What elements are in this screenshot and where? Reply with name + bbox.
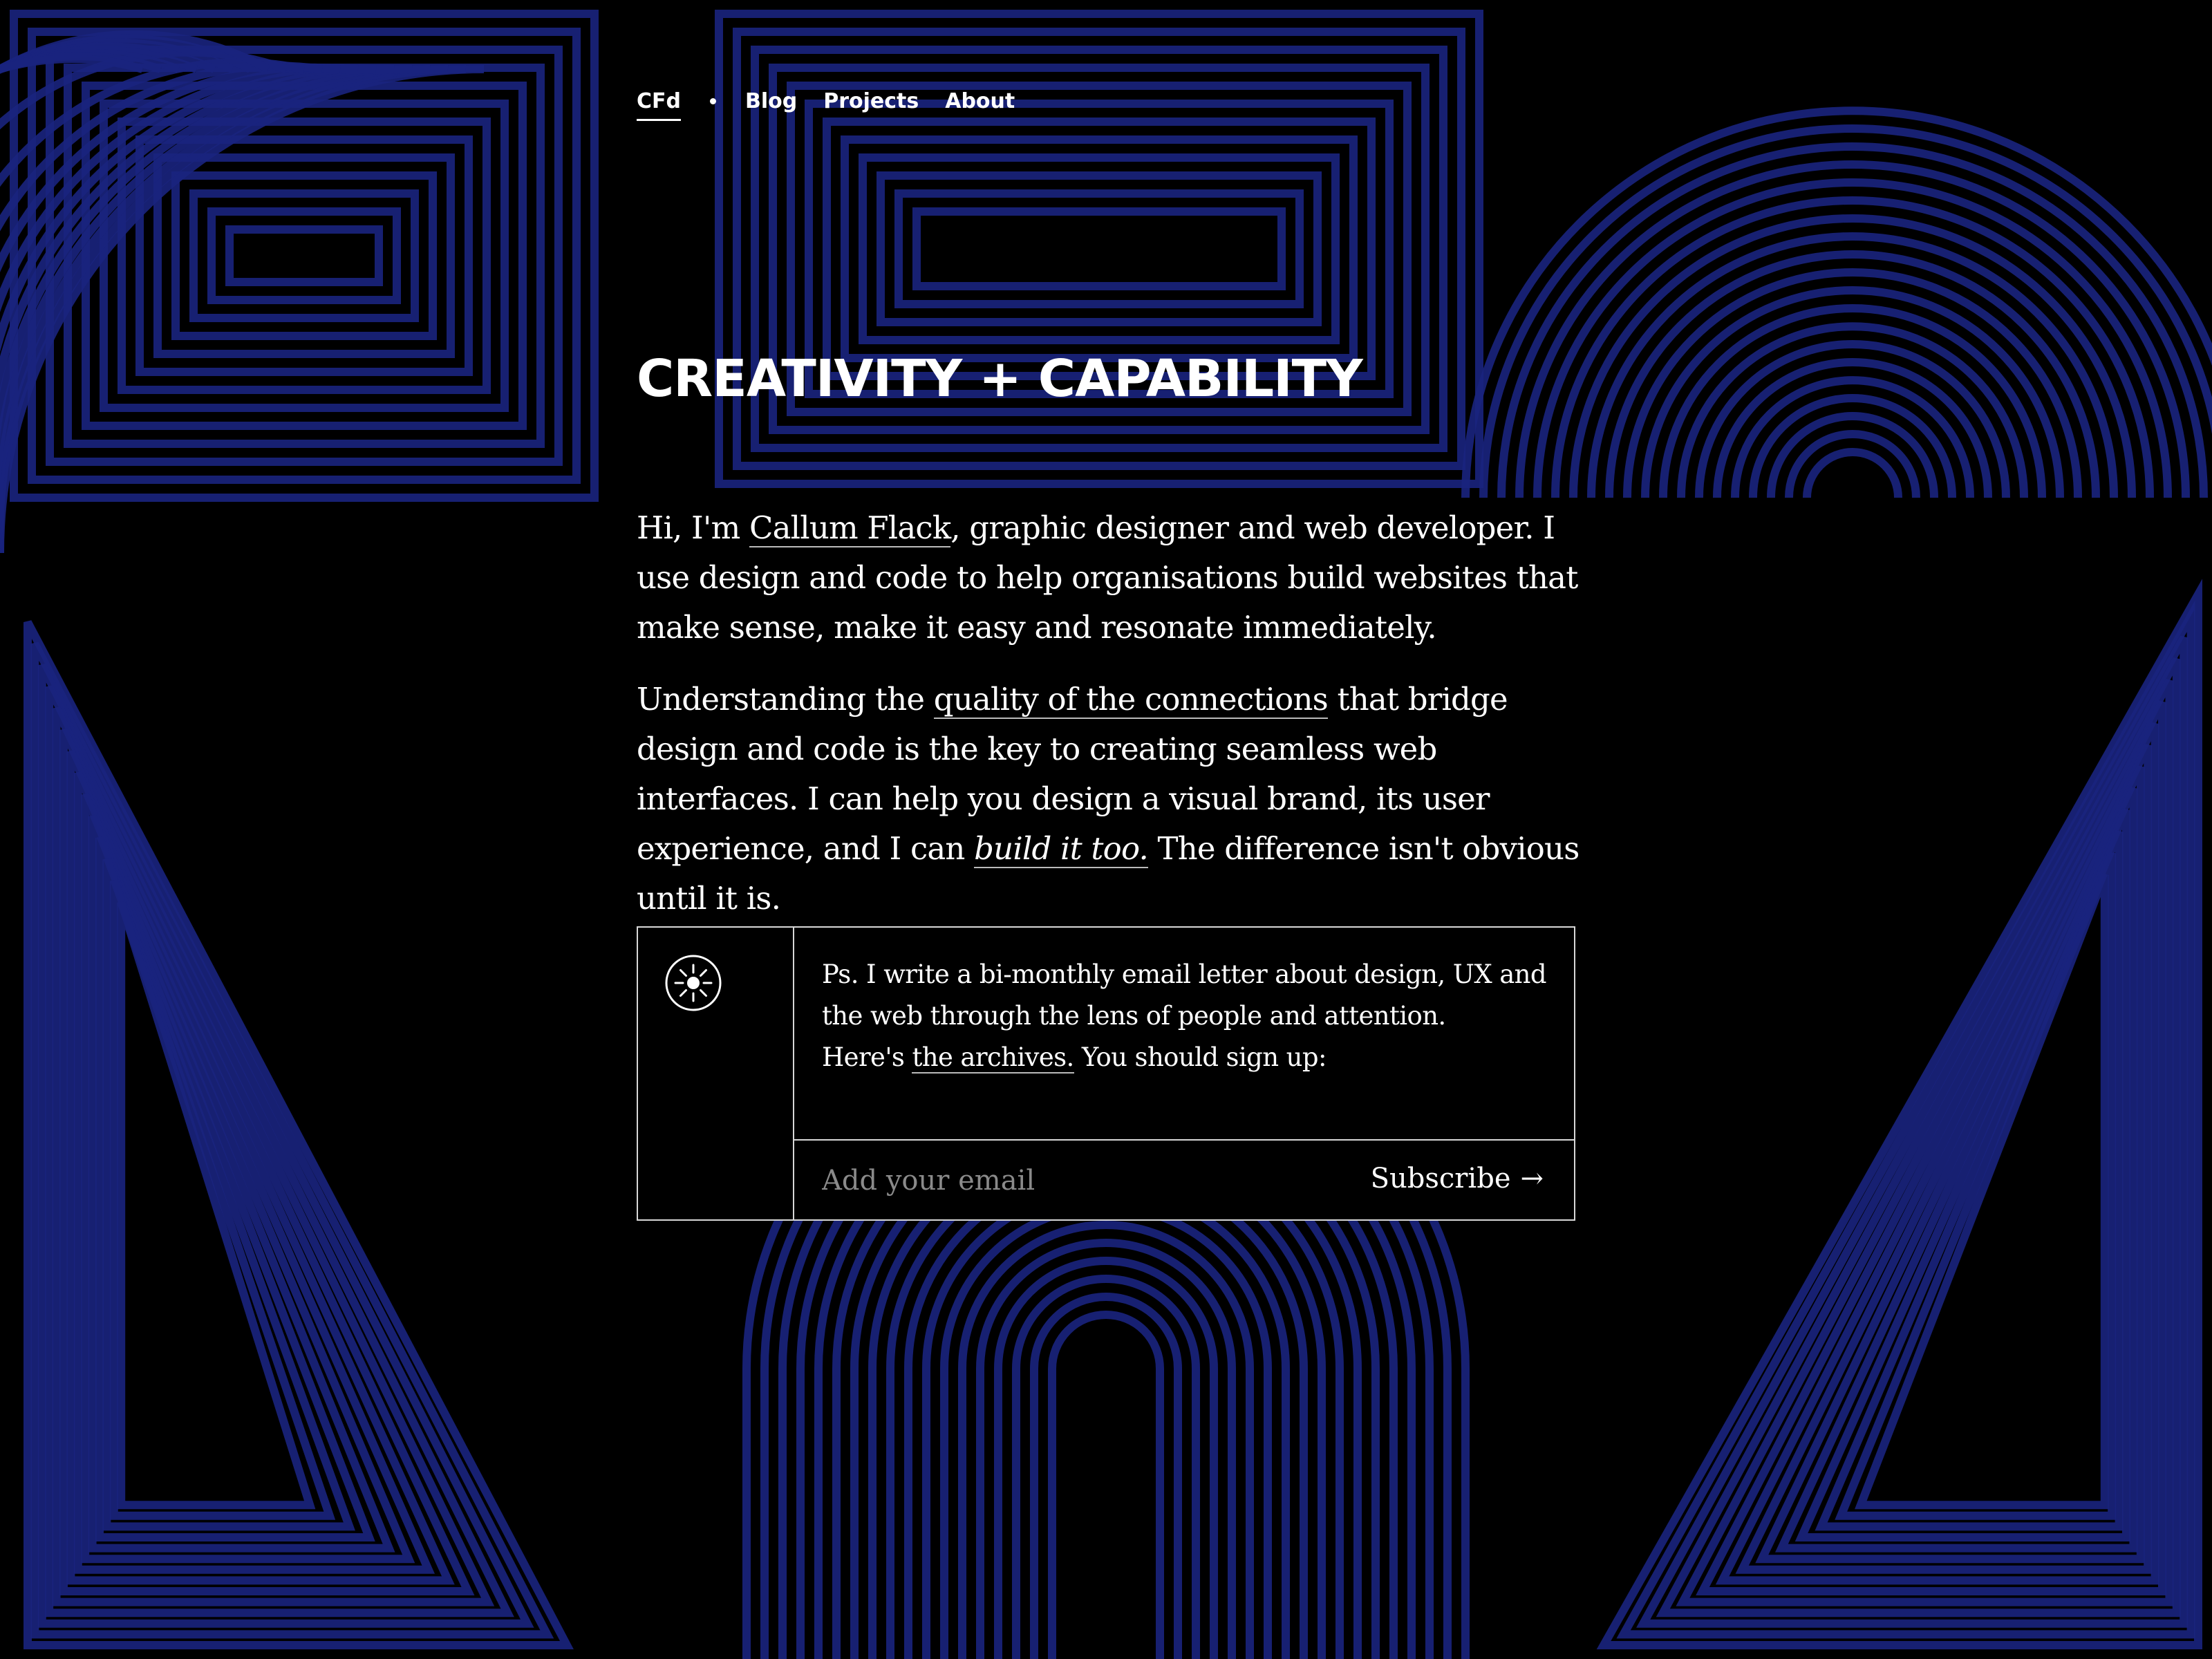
newsletter-description: Ps. I write a bi-monthly email letter ab… [822,954,1555,1078]
nav-item-blog[interactable]: Blog [745,89,797,113]
newsletter-line-1: Ps. I write a bi-monthly email letter ab… [822,959,1547,1031]
intro-text: Hi, I'm Callum Flack, graphic designer a… [637,503,1584,946]
build-it-too-link[interactable]: build it too. [974,830,1149,868]
page-headline: CREATIVITY + CAPABILITY [637,349,1363,409]
nav-home-link[interactable]: CFd [637,89,681,121]
newsletter-form: Subscribe → [794,1139,1574,1219]
newsletter-signup-box: Ps. I write a bi-monthly email letter ab… [637,926,1575,1221]
newsletter-line-2-end: You should sign up: [1074,1042,1327,1072]
sun-icon [665,955,722,1011]
nav-item-about[interactable]: About [945,89,1015,113]
email-input[interactable] [822,1161,1306,1200]
newsletter-line-2-start: Here's [822,1042,912,1072]
newsletter-icon-column [638,928,794,1219]
top-nav: CFd Blog Projects About [637,82,1041,121]
arrow-right-icon: → [1520,1163,1544,1194]
intro-paragraph-2: Understanding the quality of the connect… [637,675,1584,924]
intro-p2-text-start: Understanding the [637,681,934,718]
quality-connections-link[interactable]: quality of the connections [933,681,1329,719]
subscribe-button[interactable]: Subscribe → [1371,1163,1544,1194]
build-it-too-emphasis: build it too. [974,830,1149,867]
author-name-link[interactable]: Callum Flack [749,509,951,547]
intro-p1-text-start: Hi, I'm [637,509,749,546]
subscribe-label: Subscribe [1370,1163,1511,1194]
nav-item-projects[interactable]: Projects [823,89,919,113]
nav-separator-dot [709,98,716,104]
intro-paragraph-1: Hi, I'm Callum Flack, graphic designer a… [637,503,1584,653]
archives-link[interactable]: the archives. [912,1042,1074,1074]
